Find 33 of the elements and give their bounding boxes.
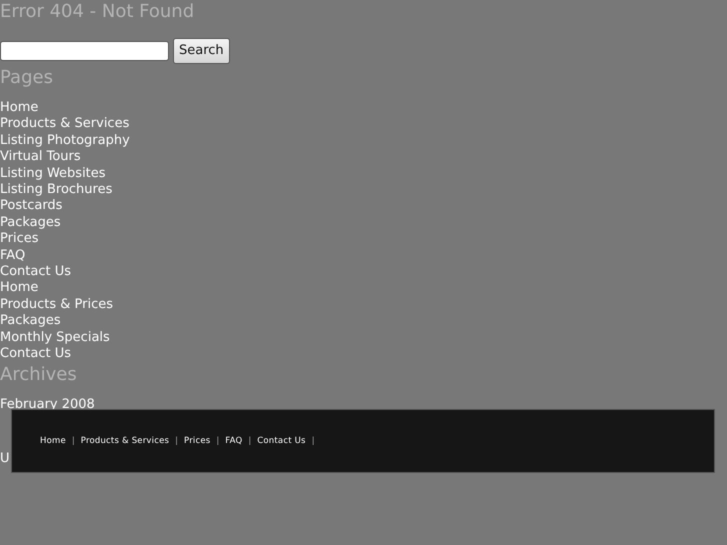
page-link[interactable]: Home xyxy=(0,280,727,297)
search-field[interactable] xyxy=(0,41,169,61)
separator-text: | xyxy=(175,434,178,448)
page-link[interactable]: Monthly Specials xyxy=(0,330,727,346)
footer-link[interactable]: Contact Us xyxy=(257,434,306,448)
footer-link[interactable]: Products & Services xyxy=(80,434,170,448)
page-link[interactable]: Listing Photography xyxy=(0,132,727,150)
section-heading: Archives xyxy=(0,362,78,386)
page-heading: Error 404 - Not Found xyxy=(0,0,196,24)
separator-text: | xyxy=(312,434,315,448)
page-link[interactable]: Packages xyxy=(0,214,727,232)
section-heading: Pages xyxy=(0,66,54,90)
page-link[interactable]: Home xyxy=(0,100,727,116)
page-link[interactable]: Contact Us xyxy=(0,264,727,280)
page-link[interactable]: Packages xyxy=(0,313,727,330)
page-link[interactable]: Products & Prices xyxy=(0,296,727,314)
separator-text: | xyxy=(248,434,252,448)
separator-text: | xyxy=(72,434,75,448)
page-link[interactable]: Prices xyxy=(0,231,727,248)
page-link[interactable]: Postcards xyxy=(0,198,727,215)
page-link[interactable]: Listing Websites xyxy=(0,166,727,182)
page-link[interactable]: FAQ xyxy=(0,248,727,264)
page-link[interactable]: Contact Us xyxy=(0,346,727,362)
page-link[interactable]: Virtual Tours xyxy=(0,149,727,166)
page-link[interactable]: Products & Services xyxy=(0,116,727,133)
footer-link[interactable]: FAQ xyxy=(225,434,242,448)
footer-link[interactable]: Prices xyxy=(184,434,210,448)
archive-link[interactable]: February 2008 xyxy=(0,396,727,413)
category-link[interactable]: U xyxy=(0,450,10,468)
page-link[interactable]: Listing Brochures xyxy=(0,182,727,198)
search-button[interactable]: Search xyxy=(173,38,230,64)
separator-text: | xyxy=(216,434,220,448)
footer-link[interactable]: Home xyxy=(40,434,66,448)
